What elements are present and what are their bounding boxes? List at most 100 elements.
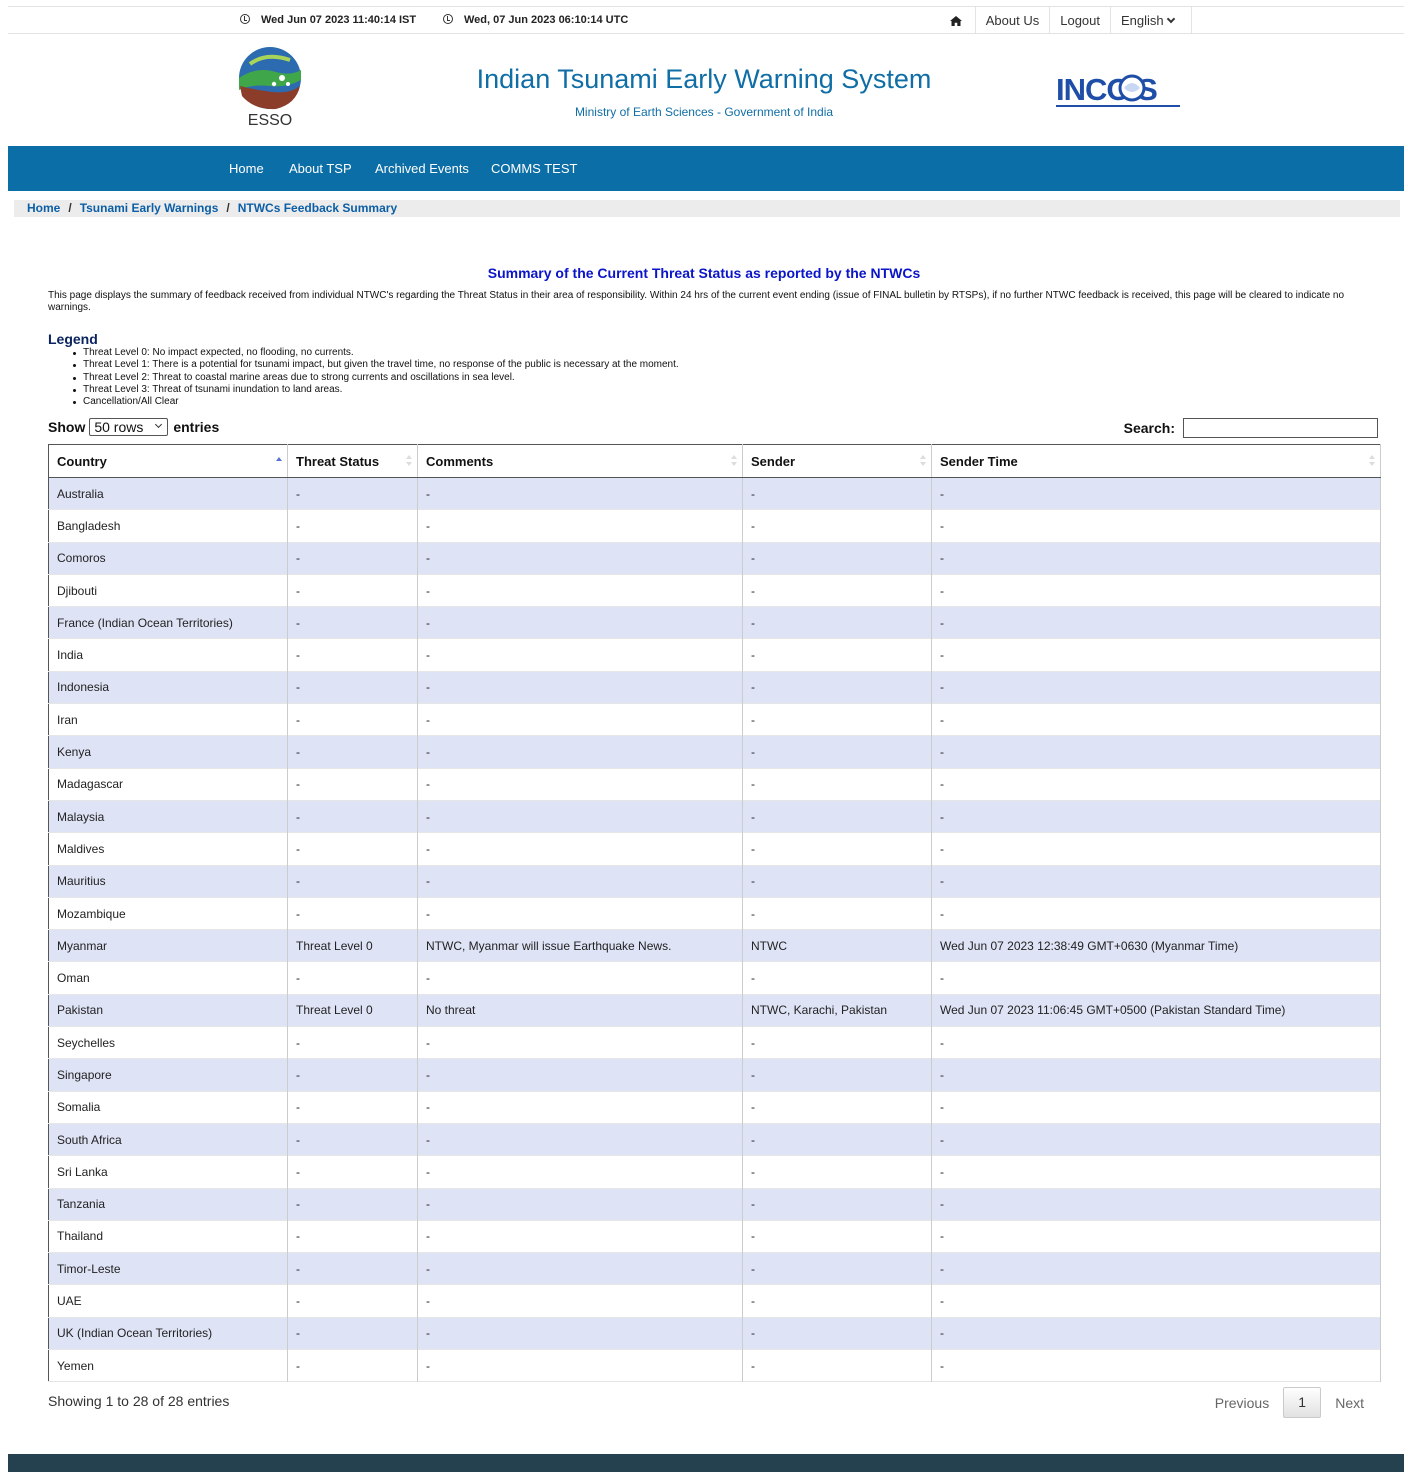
cell-sender: -	[742, 768, 932, 801]
col-header-sender[interactable]: Sender	[742, 444, 932, 478]
cell-country: Singapore	[48, 1058, 288, 1092]
table-row: Kenya - - - -	[48, 735, 1381, 769]
cell-sender-time: -	[931, 703, 1381, 736]
cell-sender: -	[742, 897, 932, 930]
cell-comments: -	[417, 703, 743, 736]
cell-sender: -	[742, 1058, 932, 1092]
table-row: Indonesia - - - -	[48, 671, 1381, 704]
table-row: Thailand - - - -	[48, 1220, 1381, 1253]
nav-archived-events[interactable]: Archived Events	[375, 161, 469, 176]
table-row: Pakistan Threat Level 0 No threat NTWC, Kar…	[48, 994, 1381, 1027]
cell-comments: -	[417, 1317, 743, 1350]
cell-comments: -	[417, 961, 743, 995]
cell-sender: -	[742, 574, 932, 607]
search-input[interactable]	[1183, 418, 1378, 438]
cell-sender: -	[742, 735, 932, 769]
cell-threat-status: -	[287, 509, 418, 543]
cell-country: Bangladesh	[48, 509, 288, 543]
legend-title: Legend	[48, 331, 98, 347]
cell-sender-time: -	[931, 768, 1381, 801]
col-header-sender-time[interactable]: Sender Time	[931, 444, 1381, 478]
previous-page-button[interactable]: Previous	[1201, 1395, 1283, 1411]
cell-sender-time: -	[931, 1155, 1381, 1189]
utc-time: Wed, 07 Jun 2023 06:10:14 UTC	[464, 14, 629, 26]
table-row: Seychelles - - - -	[48, 1026, 1381, 1059]
cell-sender: -	[742, 1188, 932, 1221]
cell-threat-status: -	[287, 606, 418, 639]
cell-comments: -	[417, 606, 743, 639]
cell-sender-time: -	[931, 1026, 1381, 1059]
table-row: France (Indian Ocean Territories) - - - -	[48, 606, 1381, 639]
cell-threat-status: -	[287, 832, 418, 866]
breadcrumb-tsunami-warnings[interactable]: Tsunami Early Warnings	[80, 201, 219, 215]
cell-sender-time: -	[931, 606, 1381, 639]
cell-comments: No threat	[417, 994, 743, 1027]
breadcrumb-current[interactable]: NTWCs Feedback Summary	[238, 201, 397, 215]
cell-sender: -	[742, 638, 932, 672]
cell-country: Mozambique	[48, 897, 288, 930]
cell-country: India	[48, 638, 288, 672]
logout-link[interactable]: Logout	[1049, 7, 1110, 34]
col-header-comments[interactable]: Comments	[417, 444, 743, 478]
nav-about-tsp[interactable]: About TSP	[289, 161, 352, 176]
col-header-country[interactable]: Country	[48, 444, 288, 478]
legend-item: Threat Level 3: Threat of tsunami inunda…	[73, 384, 679, 396]
cell-country: Kenya	[48, 735, 288, 769]
table-row: Tanzania - - - -	[48, 1188, 1381, 1221]
page-title: Summary of the Current Threat Status as …	[487, 265, 921, 281]
cell-comments: -	[417, 638, 743, 672]
table-row: Singapore - - - -	[48, 1058, 1381, 1092]
cell-country: Malaysia	[48, 800, 288, 833]
table-row: Mozambique - - - -	[48, 897, 1381, 930]
col-header-threat-status[interactable]: Threat Status	[287, 444, 418, 478]
cell-comments: -	[417, 832, 743, 866]
table-row: Australia - - - -	[48, 477, 1381, 510]
cell-sender-time: Wed Jun 07 2023 11:06:45 GMT+0500 (Pakis…	[931, 994, 1381, 1027]
nav-home[interactable]: Home	[229, 161, 264, 176]
cell-comments: -	[417, 1123, 743, 1156]
table-header-row: Country Threat Status Comments Sender Se…	[48, 444, 1381, 478]
page-1-button[interactable]: 1	[1283, 1387, 1322, 1418]
cell-sender-time: -	[931, 800, 1381, 833]
cell-threat-status: -	[287, 1284, 418, 1318]
cell-country: UAE	[48, 1284, 288, 1318]
cell-threat-status: -	[287, 897, 418, 930]
breadcrumb-home[interactable]: Home	[27, 201, 60, 215]
utc-clock: Wed, 07 Jun 2023 06:10:14 UTC	[443, 14, 628, 26]
cell-sender: -	[742, 1091, 932, 1124]
table-row: South Africa - - - -	[48, 1123, 1381, 1156]
cell-sender-time: -	[931, 832, 1381, 866]
cell-threat-status: -	[287, 1220, 418, 1253]
chevron-down-icon	[155, 420, 163, 429]
rows-per-page-select[interactable]: 50 rows	[89, 418, 169, 436]
cell-country: Indonesia	[48, 671, 288, 704]
cell-comments: -	[417, 671, 743, 704]
cell-comments: -	[417, 1284, 743, 1318]
clock-icon	[240, 14, 250, 24]
entries-label: entries	[173, 419, 220, 435]
sort-icon	[1369, 455, 1375, 467]
about-us-link[interactable]: About Us	[974, 7, 1049, 34]
pagination: Previous 1 Next	[1201, 1387, 1378, 1418]
cell-sender-time: Wed Jun 07 2023 12:38:49 GMT+0630 (Myanm…	[931, 929, 1381, 962]
home-icon-link[interactable]	[937, 7, 975, 34]
cell-sender: -	[742, 1155, 932, 1189]
cell-sender-time: -	[931, 477, 1381, 510]
language-dropdown[interactable]: English	[1110, 7, 1192, 34]
cell-sender: -	[742, 671, 932, 704]
next-page-button[interactable]: Next	[1321, 1395, 1378, 1411]
cell-country: Somalia	[48, 1091, 288, 1124]
cell-sender-time: -	[931, 735, 1381, 769]
cell-sender: -	[742, 1123, 932, 1156]
cell-comments: -	[417, 477, 743, 510]
cell-sender: -	[742, 1026, 932, 1059]
cell-sender: -	[742, 542, 932, 575]
cell-threat-status: -	[287, 1188, 418, 1221]
nav-comms-test[interactable]: COMMS TEST	[491, 161, 577, 176]
cell-country: Seychelles	[48, 1026, 288, 1059]
cell-sender-time: -	[931, 542, 1381, 575]
home-icon	[949, 15, 962, 26]
cell-threat-status: Threat Level 0	[287, 929, 418, 962]
ist-time: Wed Jun 07 2023 11:40:14 IST	[261, 14, 417, 26]
cell-threat-status: -	[287, 638, 418, 672]
